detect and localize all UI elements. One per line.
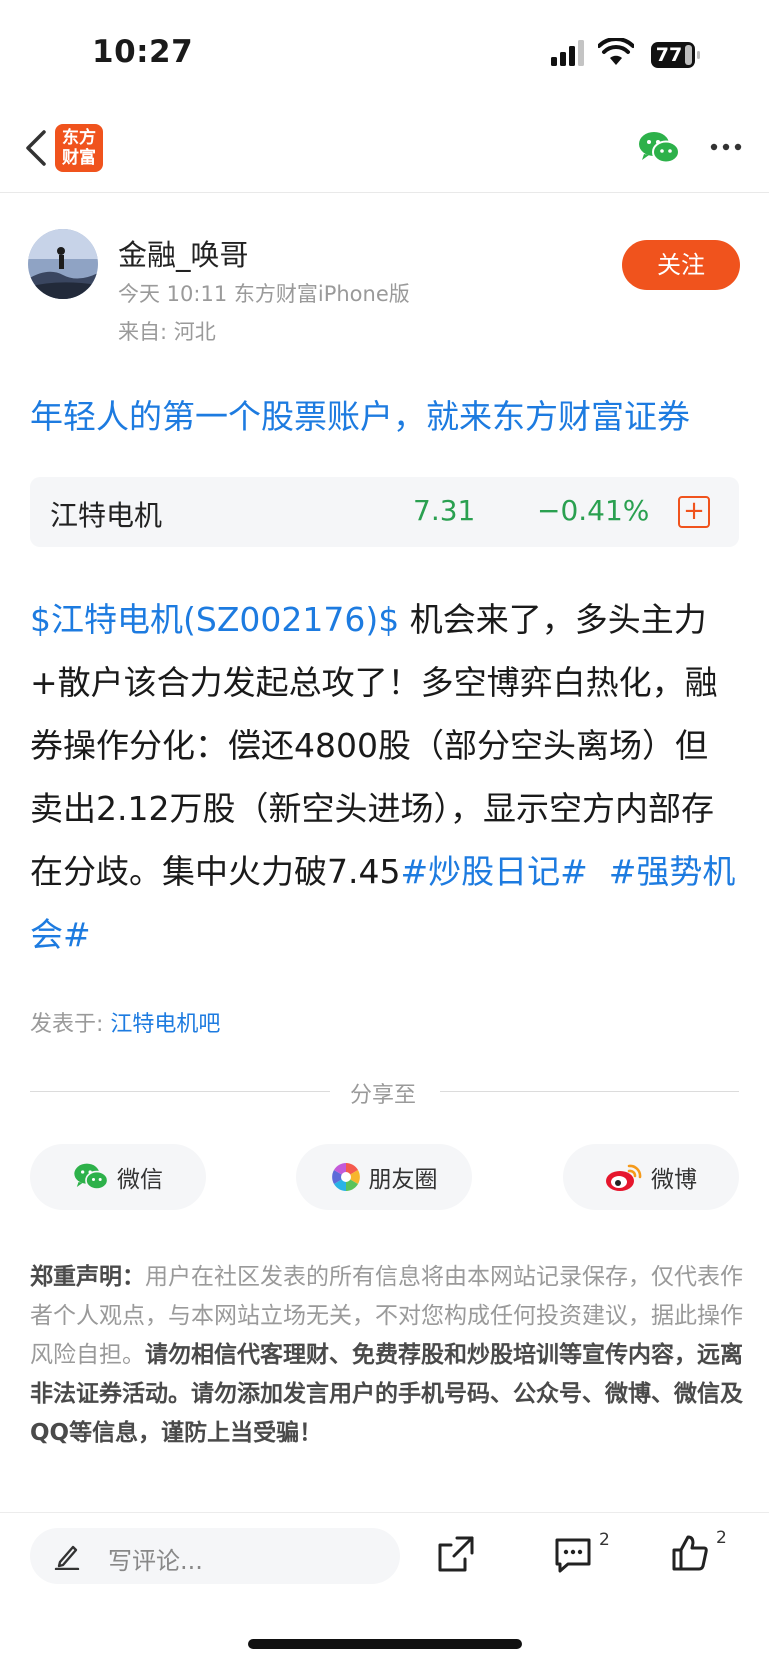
promo-link[interactable]: 年轻人的第一个股票账户，就来东方财富证券: [30, 390, 690, 438]
share-wechat-label: 微信: [117, 1167, 163, 1193]
app-logo[interactable]: 东方 财富: [55, 124, 103, 172]
signal-icon: [551, 40, 584, 66]
stock-card[interactable]: 江特电机 7.31 −0.41% +: [30, 477, 739, 547]
like-icon: [672, 1535, 708, 1571]
disclaimer-title: 郑重声明：: [30, 1264, 145, 1290]
like-button[interactable]: 2: [671, 1528, 731, 1574]
divider: [0, 1512, 769, 1513]
posted-in-label: 发表于:: [30, 1012, 111, 1037]
divider: [30, 1091, 330, 1092]
pen-icon: [54, 1545, 80, 1570]
stock-price: 7.31: [413, 494, 476, 527]
share-wechat-button[interactable]: 微信: [30, 1144, 206, 1210]
battery-level: 77: [655, 44, 683, 66]
share-weibo-button[interactable]: 微博: [563, 1144, 739, 1210]
weibo-icon: [606, 1164, 642, 1191]
posted-in: 发表于: 江特电机吧: [30, 1006, 220, 1038]
topic-link[interactable]: #炒股日记#: [400, 852, 587, 891]
comment-button[interactable]: 2: [554, 1530, 614, 1576]
forum-link[interactable]: 江特电机吧: [110, 1012, 220, 1037]
home-indicator: [248, 1639, 522, 1649]
share-icon[interactable]: [437, 1535, 475, 1573]
post-text: 机会来了，多头主力+散户该合力发起总攻了！多空博弈白热化，融券操作分化：偿还48…: [30, 600, 718, 891]
post-body: $江特电机(SZ002176)$ 机会来了，多头主力+散户该合力发起总攻了！多空…: [30, 588, 736, 966]
share-moments-button[interactable]: 朋友圈: [296, 1144, 472, 1210]
stock-change: −0.41%: [537, 494, 650, 527]
post-meta: 今天 10:11 东方财富iPhone版: [118, 282, 410, 306]
back-icon[interactable]: [20, 126, 56, 170]
status-time: 10:27: [92, 34, 194, 70]
share-weibo-label: 微博: [651, 1167, 697, 1193]
wechat-icon[interactable]: [638, 130, 680, 166]
stock-tag-link[interactable]: $江特电机(SZ002176)$: [30, 600, 399, 639]
comment-count: 2: [599, 1530, 610, 1550]
nav-divider: [0, 192, 769, 193]
post-location: 来自: 河北: [118, 320, 216, 344]
logo-line-1: 东方: [62, 128, 96, 148]
plus-icon[interactable]: +: [678, 496, 710, 528]
share-moments-label: 朋友圈: [368, 1167, 438, 1193]
share-label: 分享至: [350, 1083, 417, 1108]
comment-input[interactable]: 写评论...: [30, 1528, 400, 1584]
battery-icon: 77: [651, 42, 700, 68]
moments-icon: [331, 1163, 360, 1191]
follow-button[interactable]: 关注: [622, 240, 740, 290]
avatar[interactable]: [28, 229, 98, 299]
stock-name: 江特电机: [50, 499, 163, 532]
wifi-icon: [598, 38, 634, 65]
more-icon[interactable]: [710, 139, 742, 155]
comment-icon: [555, 1538, 591, 1573]
comment-placeholder: 写评论...: [108, 1547, 203, 1575]
wechat-icon: [74, 1163, 109, 1190]
like-count: 2: [716, 1528, 727, 1548]
disclaimer: 郑重声明：用户在社区发表的所有信息将由本网站记录保存，仅代表作者个人观点，与本网…: [30, 1258, 744, 1453]
logo-line-2: 财富: [62, 148, 96, 168]
divider: [440, 1091, 739, 1092]
author-name[interactable]: 金融_唤哥: [118, 232, 249, 274]
